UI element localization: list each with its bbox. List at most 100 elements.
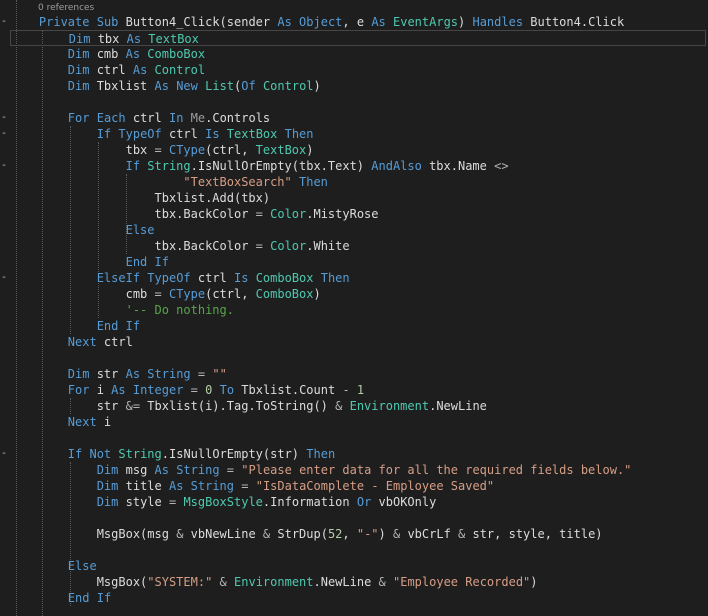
code-token: MsgBox( <box>96 575 148 589</box>
code-token: Each <box>96 111 126 125</box>
code-line[interactable] <box>0 94 708 110</box>
code-line[interactable]: tbx.BackColor = Color.MistyRose <box>0 206 708 222</box>
code-token: = <box>255 239 263 253</box>
code-line[interactable]: End If <box>0 590 708 606</box>
code-line[interactable]: Dim title As String = "IsDataComplete - … <box>0 478 708 494</box>
code-line[interactable] <box>0 430 708 446</box>
code-token: As <box>111 383 126 397</box>
code-line[interactable]: If Not String.IsNullOrEmpty(str) Then <box>0 446 708 462</box>
code-token: Then <box>306 447 336 461</box>
codelens-references[interactable]: 0 references <box>38 3 94 13</box>
code-token: Dim <box>96 463 119 477</box>
code-token: As <box>168 479 184 493</box>
code-line[interactable]: Next ctrl <box>0 334 708 350</box>
code-line[interactable]: Dim Tbxlist As New List(Of Control) <box>0 78 708 94</box>
code-line[interactable]: Dim msg As String = "Please enter data f… <box>0 462 708 478</box>
code-token: "Employee Recorded" <box>393 575 531 589</box>
code-token: List <box>205 79 235 93</box>
code-line[interactable] <box>0 510 708 526</box>
code-token: ComboBox <box>255 287 314 301</box>
code-line[interactable]: MsgBox(msg & vbNewLine & StrDup(52, "-")… <box>0 526 708 542</box>
code-token: If <box>96 591 112 605</box>
code-line[interactable]: Else <box>0 222 708 238</box>
code-token: TextBox <box>226 127 278 141</box>
code-line[interactable]: End If <box>0 254 708 270</box>
code-line[interactable]: End If <box>0 318 708 334</box>
code-token: String <box>147 367 191 381</box>
code-line[interactable]: str &= Tbxlist(i).Tag.ToString() & Envir… <box>0 398 708 414</box>
code-token: TextBox <box>255 143 307 157</box>
code-line[interactable]: For Each ctrl In Me.Controls <box>0 110 708 126</box>
code-line[interactable]: Tbxlist.Add(tbx) <box>0 190 708 206</box>
code-token: - <box>342 383 350 397</box>
code-token: Tbxlist.Add(tbx) <box>154 191 271 205</box>
code-token: & <box>219 575 227 589</box>
code-line-current[interactable]: Dim tbx As TextBox <box>10 30 706 46</box>
code-line[interactable]: Dim style = MsgBoxStyle.Information Or v… <box>0 494 708 510</box>
code-token: ) <box>458 15 473 29</box>
code-line[interactable]: Next i <box>0 414 708 430</box>
code-token: <> <box>494 159 509 173</box>
code-token: For <box>67 383 90 397</box>
code-token: Color <box>270 207 307 221</box>
code-token: Else <box>125 223 155 237</box>
code-token: Dim <box>67 63 90 77</box>
code-token: 1 <box>356 383 365 397</box>
code-line[interactable]: Dim str As String = "" <box>0 366 708 382</box>
code-line[interactable]: tbx.BackColor = Color.White <box>0 238 708 254</box>
code-token: , <box>342 527 357 541</box>
code-line[interactable]: If TypeOf ctrl Is TextBox Then <box>0 126 708 142</box>
code-token: ) <box>306 143 314 157</box>
code-token: Dim <box>67 47 90 61</box>
code-line[interactable]: "TextBoxSearch" Then <box>0 174 708 190</box>
code-line[interactable]: Dim cmb As ComboBox <box>0 46 708 62</box>
code-token: EventArgs <box>393 15 459 29</box>
code-token: str <box>96 399 126 413</box>
code-token: If <box>125 319 141 333</box>
code-line[interactable]: Private Sub Button4_Click(sender As Obje… <box>0 14 708 30</box>
code-line[interactable]: tbx = CType(ctrl, TextBox) <box>0 142 708 158</box>
code-token: Then <box>284 127 314 141</box>
code-line[interactable]: For i As Integer = 0 To Tbxlist.Count - … <box>0 382 708 398</box>
code-editor[interactable]: ------ 0 references Private Sub Button4_… <box>0 0 708 616</box>
code-line[interactable]: ElseIf TypeOf ctrl Is ComboBox Then <box>0 270 708 286</box>
code-line[interactable] <box>0 350 708 366</box>
code-token: Dim <box>68 32 91 46</box>
code-token: & <box>378 575 386 589</box>
code-line[interactable]: cmb = CType(ctrl, ComboBox) <box>0 286 708 302</box>
code-line[interactable]: Dim ctrl As Control <box>0 62 708 78</box>
code-line[interactable]: If String.IsNullOrEmpty(tbx.Text) AndAls… <box>0 158 708 174</box>
code-token: Next <box>67 335 97 349</box>
code-token: Is <box>205 127 220 141</box>
code-token: = <box>154 287 162 301</box>
code-line[interactable]: Else <box>0 558 708 574</box>
code-token: tbx.BackColor <box>154 239 256 253</box>
code-token: (ctrl, <box>205 143 256 157</box>
code-token: = <box>154 143 162 157</box>
code-token: For <box>67 111 90 125</box>
code-token: Sub <box>96 15 119 29</box>
code-line[interactable]: MsgBox("SYSTEM:" & Environment.NewLine &… <box>0 574 708 590</box>
code-line[interactable]: '-- Do nothing. <box>0 302 708 318</box>
code-token: .NewLine <box>313 575 379 589</box>
code-token: If <box>67 447 83 461</box>
code-token: Dim <box>96 479 119 493</box>
code-line[interactable] <box>0 542 708 558</box>
code-token: TypeOf <box>118 127 162 141</box>
code-token: Tbxlist <box>89 79 155 93</box>
code-token: MsgBox(msg <box>96 527 177 541</box>
